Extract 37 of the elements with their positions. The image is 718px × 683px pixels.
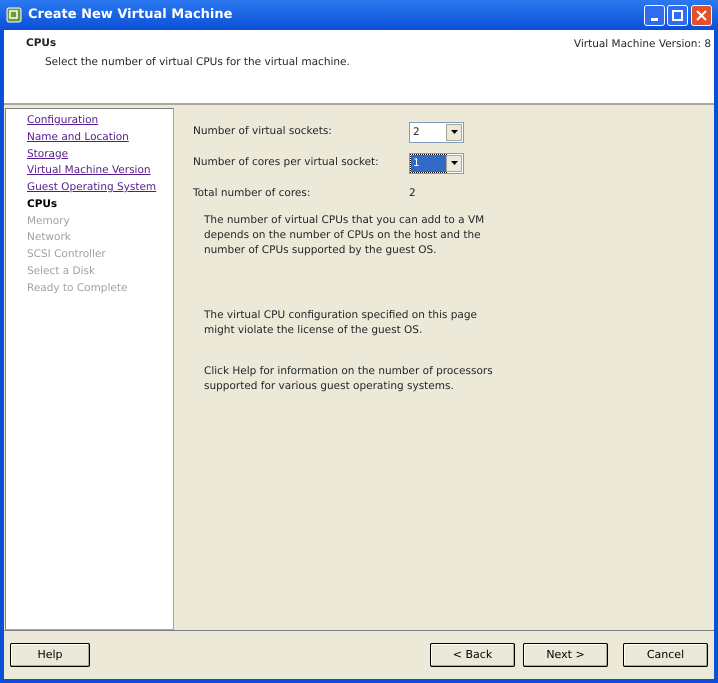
value-text: 2	[409, 186, 416, 202]
step-item: Network	[27, 231, 71, 244]
step-item: Ready to Complete	[27, 282, 128, 294]
next-button[interactable]: Next >	[523, 643, 608, 667]
step-item: Memory	[27, 214, 70, 226]
field-label: Number of virtual sockets:	[193, 124, 333, 140]
page-title: CPUs	[26, 36, 56, 51]
step-item: Select a Disk	[27, 264, 96, 277]
dropdown[interactable]: 2	[409, 122, 464, 142]
step-link[interactable]: Virtual Machine Version	[27, 164, 151, 176]
close-icon	[696, 10, 707, 20]
minimize-button[interactable]	[644, 4, 665, 26]
back-button[interactable]: < Back	[430, 643, 515, 667]
minimize-icon	[650, 18, 658, 20]
dropdown-arrow-icon	[450, 130, 458, 134]
current-step: CPUs	[27, 198, 58, 210]
step-item: SCSI Controller	[27, 248, 106, 260]
step-link[interactable]: Guest Operating System	[27, 181, 156, 193]
help-button[interactable]: Help	[10, 643, 90, 667]
step-link[interactable]: Name and Location	[27, 130, 129, 143]
window-title: Create New Virtual Machine	[28, 6, 232, 24]
close-button[interactable]	[691, 4, 712, 26]
version-label: Virtual Machine Version: 8	[574, 37, 711, 52]
info-text: The virtual CPU configuration specified on this page might violate the license of the guest OS.	[203, 308, 478, 338]
step-link[interactable]: Configuration	[27, 114, 98, 126]
info-text: The number of virtual CPUs that you can add to a VM depends on the number of CPUs on the host and the number of CPUs supported by the guest OS.	[203, 213, 486, 258]
maximize-button[interactable]	[667, 4, 688, 26]
step-link[interactable]: Storage	[27, 148, 68, 160]
app-icon	[6, 7, 22, 23]
field-label: Number of cores per virtual socket:	[193, 155, 380, 170]
dropdown-arrow-icon	[450, 161, 458, 165]
info-text: Click Help for information on the number of processors supported for various guest operating systems.	[203, 364, 493, 394]
field-label: Total number of cores:	[193, 186, 312, 202]
dropdown[interactable]: 1	[409, 152, 464, 174]
maximize-icon	[672, 10, 684, 20]
cancel-button[interactable]: Cancel	[623, 643, 708, 667]
page-subtitle: Select the number of virtual CPUs for the virtual machine.	[44, 54, 351, 70]
